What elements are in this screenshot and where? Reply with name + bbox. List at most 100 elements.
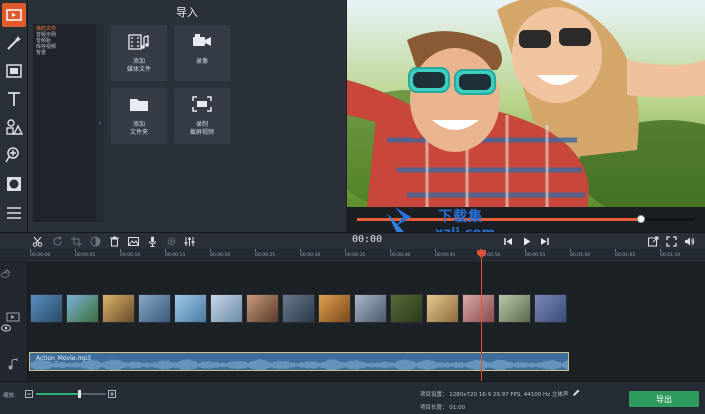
magic-wand-tool[interactable] xyxy=(2,31,26,55)
zoom-out-icon[interactable] xyxy=(25,390,33,398)
ruler-tick-mark xyxy=(210,249,211,252)
video-camera-icon xyxy=(193,34,211,46)
ruler-tick-mark xyxy=(615,249,616,252)
tile-label: 录制 截屏视频 xyxy=(189,121,214,136)
video-clip-thumbnail[interactable] xyxy=(102,294,135,323)
add-folder-tile[interactable]: 添加 文件夹 xyxy=(111,88,167,144)
ruler-tick-label: 00:00:05 xyxy=(75,253,96,258)
audio-clip[interactable]: Action_Movie.mp3 xyxy=(29,352,569,371)
music-note-icon xyxy=(8,358,18,370)
clip-properties-button[interactable] xyxy=(164,234,178,248)
chevron-left-icon: ‹ xyxy=(98,119,102,127)
rotate-icon xyxy=(53,235,62,245)
video-clip-thumbnail[interactable] xyxy=(138,294,171,323)
video-clip-thumbnail[interactable] xyxy=(318,294,351,323)
zoom-slider[interactable] xyxy=(36,390,106,398)
video-clip-thumbnail[interactable] xyxy=(66,294,99,323)
import-tool[interactable] xyxy=(2,3,26,27)
more-tools[interactable] xyxy=(2,201,26,225)
film-icon xyxy=(6,64,22,78)
playhead-handle[interactable] xyxy=(477,250,486,258)
zoom-in-icon[interactable] xyxy=(108,390,116,398)
shapes-icon xyxy=(6,119,23,135)
record-audio-button[interactable] xyxy=(145,234,159,248)
playhead[interactable] xyxy=(481,249,482,381)
export-button[interactable]: 导出 xyxy=(629,391,699,407)
color-adjust-button[interactable] xyxy=(88,234,102,248)
eye-icon[interactable] xyxy=(1,324,11,332)
skip-back-icon xyxy=(503,237,512,245)
video-clip-thumbnail[interactable] xyxy=(390,294,423,323)
video-clip-thumbnail[interactable] xyxy=(462,294,495,323)
filters-tool[interactable] xyxy=(2,59,26,83)
left-toolbar xyxy=(0,0,28,232)
next-frame-button[interactable] xyxy=(537,234,551,248)
ruler-tick-label: 00:00:00 xyxy=(30,253,51,258)
eye-icon[interactable] xyxy=(1,271,9,279)
category-list: 我的文件 音频示例 音频轨 库存视频 背景 xyxy=(33,24,96,222)
ruler-tick-label: 00:00:40 xyxy=(390,253,411,258)
ruler-tick-mark xyxy=(300,249,301,252)
project-length-text: 项目长度： 01:00 xyxy=(420,405,466,411)
status-bar: 缩放: 项目设置： 1280x720 16:9 29.97 FPS, 44100… xyxy=(0,381,705,414)
video-clip-thumbnail[interactable] xyxy=(30,294,63,323)
folder-icon xyxy=(130,99,148,111)
gear-icon xyxy=(167,237,175,245)
video-clip-thumbnail[interactable] xyxy=(498,294,531,323)
add-media-files-tile[interactable]: 添加 媒体文件 xyxy=(111,25,167,81)
rotate-button[interactable] xyxy=(50,234,64,248)
fullscreen-button[interactable] xyxy=(664,234,678,248)
zoom-slider-knob[interactable] xyxy=(78,390,82,398)
timeline-ruler[interactable]: 00:00:00 00:00:05 00:00:10 00:00:15 00:00:20… xyxy=(0,249,705,263)
ruler-tick-label: 00:00:10 xyxy=(120,253,141,258)
time-readout: 00:00 xyxy=(352,234,383,245)
image-icon xyxy=(127,236,139,246)
contrast-icon xyxy=(90,236,100,246)
ruler-tick-label: 00:00:15 xyxy=(165,253,186,258)
watermark-text: 下载集 xyxy=(438,209,483,225)
video-clip-thumbnail[interactable] xyxy=(210,294,243,323)
scrub-knob[interactable] xyxy=(636,215,645,223)
ruler-tick-mark xyxy=(165,249,166,252)
video-clip-thumbnail[interactable] xyxy=(354,294,387,323)
record-screencast-tile[interactable]: 录制 截屏视频 xyxy=(174,88,230,144)
ruler-tick-mark xyxy=(255,249,256,252)
equalizer-button[interactable] xyxy=(182,234,196,248)
video-clip-thumbnail[interactable] xyxy=(174,294,207,323)
import-panel-title: 导入 xyxy=(176,6,198,19)
crop-button[interactable] xyxy=(69,234,83,248)
list-icon xyxy=(7,207,21,219)
record-video-tile[interactable]: 录像 xyxy=(174,25,230,81)
collapse-panel-handle[interactable]: ‹ xyxy=(96,24,104,222)
category-item[interactable]: 背景 xyxy=(36,50,46,56)
video-clip-thumbnail[interactable] xyxy=(246,294,279,323)
cut-button[interactable] xyxy=(30,234,44,248)
video-clip-thumbnail[interactable] xyxy=(282,294,315,323)
video-clip-thumbnail[interactable] xyxy=(534,294,567,323)
volume-button[interactable] xyxy=(682,234,696,248)
shapes-tool[interactable] xyxy=(2,115,26,139)
video-clip-thumbnail[interactable] xyxy=(426,294,459,323)
fullscreen-icon xyxy=(665,235,677,247)
zoom-label: 缩放: xyxy=(3,393,16,399)
zoom-tool[interactable] xyxy=(2,143,26,167)
tile-label: 添加 媒体文件 xyxy=(126,58,151,73)
detach-preview-button[interactable] xyxy=(646,234,660,248)
ruler-tick-label: 00:00:55 xyxy=(525,253,546,258)
project-settings-text: 项目设置： 1280x720 16:9 29.97 FPS, 44100 Hz … xyxy=(420,392,569,398)
import-panel: 导入 我的文件 音频示例 音频轨 库存视频 背景 ‹ 添加 媒体文件 录像 添加… xyxy=(28,0,346,232)
pencil-icon[interactable] xyxy=(572,389,580,397)
play-button[interactable] xyxy=(519,234,533,248)
transitions-tool[interactable] xyxy=(2,172,26,196)
video-editor-window: 导入 我的文件 音频示例 音频轨 库存视频 背景 ‹ 添加 媒体文件 录像 添加… xyxy=(0,0,705,414)
ruler-tick-mark xyxy=(30,249,31,252)
ruler-tick-label: 00:00:20 xyxy=(210,253,231,258)
delete-button[interactable] xyxy=(107,234,121,248)
previous-frame-button[interactable] xyxy=(501,234,515,248)
ruler-tick-mark xyxy=(390,249,391,252)
crop-icon xyxy=(70,235,82,247)
ruler-tick-mark xyxy=(345,249,346,252)
insert-image-button[interactable] xyxy=(126,234,140,248)
titles-tool[interactable] xyxy=(2,87,26,111)
ruler-tick-mark xyxy=(435,249,436,252)
